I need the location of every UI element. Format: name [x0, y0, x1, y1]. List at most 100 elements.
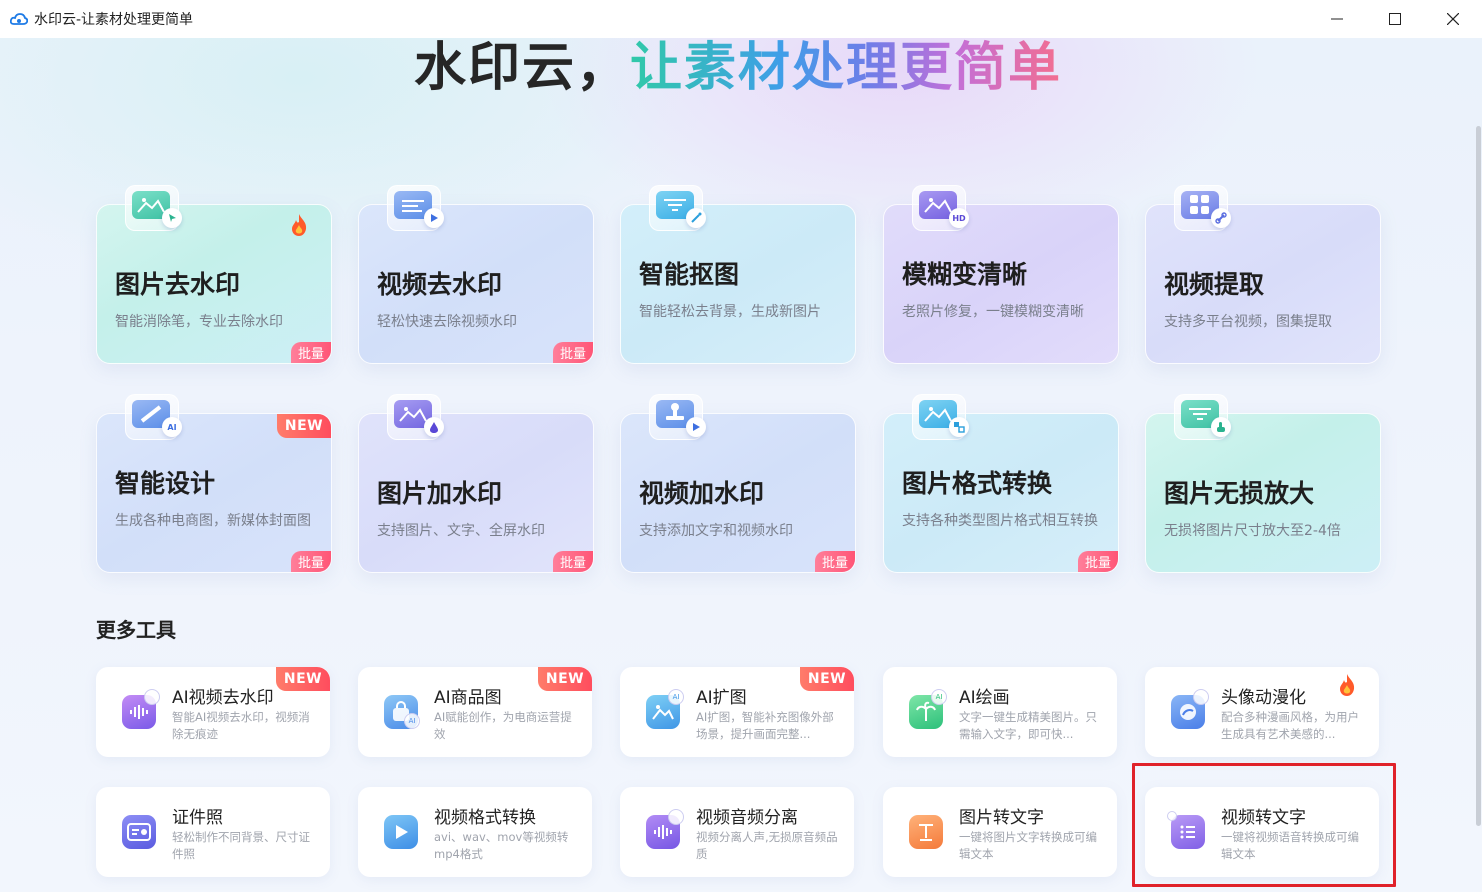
headline-brand: 水印云，	[413, 38, 630, 98]
tool-image-to-text[interactable]: 图片转文字 一键将图片文字转换成可编辑文本	[883, 787, 1117, 877]
image-drop-icon	[387, 394, 444, 440]
tool-ai-product-image[interactable]: AI NEW AI商品图 AI赋能创作，为电商运营提效	[358, 667, 592, 757]
tool-desc: AI赋能创作，为电商运营提效	[434, 710, 572, 741]
new-tag: NEW	[800, 667, 854, 691]
tool-title: AI商品图	[434, 688, 502, 708]
feature-card-add-image-watermark[interactable]: 图片加水印 支持图片、文字、全屏水印 批量	[358, 394, 594, 573]
feature-card-title: 模糊变清晰	[902, 260, 1028, 289]
feature-card-smart-cutout[interactable]: 智能抠图 智能轻松去背景，生成新图片	[620, 185, 856, 364]
tool-title: 视频格式转换	[434, 808, 536, 828]
tool-title: AI扩图	[696, 688, 747, 708]
feature-card-title: 图片去水印	[115, 270, 241, 299]
feature-card-desc: 生成各种电商图，新媒体封面图	[115, 513, 311, 529]
tool-desc: 配合多种漫画风格，为用户生成具有艺术美感的...	[1221, 710, 1359, 741]
tool-title: 头像动漫化	[1221, 688, 1306, 708]
new-tag: NEW	[538, 667, 592, 691]
avatar-anime-icon	[1171, 689, 1209, 729]
tool-desc: 轻松制作不同背景、尺寸证件照	[172, 830, 310, 861]
tool-avatar-anime[interactable]: 头像动漫化 配合多种漫画风格，为用户生成具有艺术美感的...	[1145, 667, 1379, 757]
tool-desc: AI扩图，智能补充图像外部场景，提升画面完整...	[696, 710, 834, 741]
minimize-button[interactable]	[1308, 0, 1366, 38]
feature-card-title: 图片格式转换	[902, 469, 1053, 498]
tool-desc: 视频分离人声,无损原音频品质	[696, 830, 838, 861]
hd-image-icon: HD	[912, 185, 969, 231]
tool-desc: 智能AI视频去水印，视频消除无痕迹	[172, 710, 310, 741]
feature-card-title: 图片无损放大	[1164, 479, 1315, 508]
feature-card-title: 视频提取	[1164, 270, 1265, 299]
video-convert-icon	[384, 815, 418, 849]
feature-card-desc: 智能轻松去背景，生成新图片	[639, 304, 821, 320]
feature-card-video-extract[interactable]: 视频提取 支持多平台视频，图集提取	[1145, 185, 1381, 364]
page-headline: 水印云，让素材处理更简单	[0, 38, 1476, 98]
touch-zoom-icon	[1174, 394, 1231, 440]
close-button[interactable]	[1424, 0, 1482, 38]
more-tools-heading: 更多工具	[96, 618, 176, 642]
tool-title: 证件照	[172, 808, 223, 828]
video-play-icon	[387, 185, 444, 231]
batch-tag: 批量	[553, 551, 593, 572]
feature-card-remove-video-watermark[interactable]: 视频去水印 轻松快速去除视频水印 批量	[358, 185, 594, 364]
title-bar: 水印云-让素材处理更简单	[0, 0, 1482, 38]
feature-card-title: 智能抠图	[639, 260, 740, 289]
feature-card-deblur[interactable]: HD 模糊变清晰 老照片修复，一键模糊变清晰	[883, 185, 1119, 364]
audio-separate-icon	[646, 809, 684, 849]
batch-tag: 批量	[291, 551, 331, 572]
batch-tag: 批量	[815, 551, 855, 572]
new-tag: NEW	[277, 414, 331, 438]
feature-card-remove-image-watermark[interactable]: 图片去水印 智能消除笔，专业去除水印 批量	[96, 185, 332, 364]
headline-slogan: 让素材处理更简单	[630, 38, 1063, 98]
feature-card-title: 视频去水印	[377, 270, 503, 299]
close-icon	[1447, 13, 1459, 25]
cloud-logo-icon	[10, 13, 28, 25]
tool-title: AI绘画	[959, 688, 1010, 708]
vertical-scrollbar[interactable]	[1474, 38, 1482, 892]
format-convert-icon	[912, 394, 969, 440]
audio-wave-icon	[122, 689, 160, 729]
feature-card-desc: 支持多平台视频，图集提取	[1164, 314, 1332, 330]
tool-title: 视频音频分离	[696, 808, 798, 828]
magic-wand-icon	[649, 185, 706, 231]
tool-video-format-convert[interactable]: 视频格式转换 avi、wav、mov等视频转mp4格式	[358, 787, 592, 877]
shopping-bag-icon: AI	[384, 695, 420, 729]
batch-tag: 批量	[553, 342, 593, 363]
tool-id-photo[interactable]: 证件照 轻松制作不同背景、尺寸证件照	[96, 787, 330, 877]
feature-card-title: 智能设计	[115, 469, 216, 498]
id-card-icon	[122, 815, 156, 849]
feature-card-desc: 支持各种类型图片格式相互转换	[902, 513, 1098, 529]
text-image-icon	[909, 815, 943, 849]
scrollbar-thumb[interactable]	[1476, 126, 1481, 826]
tool-title: 图片转文字	[959, 808, 1044, 828]
feature-card-desc: 轻松快速去除视频水印	[377, 314, 517, 330]
tool-ai-image-expand[interactable]: AI NEW AI扩图 AI扩图，智能补充图像外部场景，提升画面完整...	[620, 667, 854, 757]
tool-desc: 文字一键生成精美图片。只需输入文字，即可快...	[959, 710, 1097, 741]
batch-tag: 批量	[291, 342, 331, 363]
stamp-play-icon	[649, 394, 706, 440]
image-expand-icon: AI	[646, 689, 684, 729]
feature-card-desc: 支持添加文字和视频水印	[639, 523, 793, 539]
feature-card-title: 视频加水印	[639, 479, 765, 508]
new-tag: NEW	[276, 667, 330, 691]
maximize-button[interactable]	[1366, 0, 1424, 38]
feature-card-desc: 支持图片、文字、全屏水印	[377, 523, 545, 539]
tool-video-audio-separate[interactable]: 视频音频分离 视频分离人声,无损原音频品质	[620, 787, 854, 877]
highlight-box-video-to-text	[1132, 763, 1396, 887]
batch-tag: 批量	[1078, 551, 1118, 572]
palm-tree-icon: AI	[909, 689, 947, 729]
tool-ai-painting[interactable]: AI AI绘画 文字一键生成精美图片。只需输入文字，即可快...	[883, 667, 1117, 757]
minimize-icon	[1331, 18, 1343, 20]
tool-desc: 一键将图片文字转换成可编辑文本	[959, 830, 1097, 861]
fire-hot-icon	[1340, 674, 1355, 696]
feature-card-desc: 无损将图片尺寸放大至2-4倍	[1164, 523, 1341, 539]
feature-card-add-video-watermark[interactable]: 视频加水印 支持添加文字和视频水印 批量	[620, 394, 856, 573]
link-grid-icon	[1174, 185, 1231, 231]
maximize-icon	[1389, 13, 1401, 25]
image-cursor-icon	[125, 185, 182, 231]
main-content: 水印云，让素材处理更简单 图片去水印 智能消除笔，专业去除水印 批量 视频去水印…	[0, 38, 1482, 892]
feature-card-desc: 老照片修复，一键模糊变清晰	[902, 304, 1084, 320]
feature-card-smart-design[interactable]: AI NEW 智能设计 生成各种电商图，新媒体封面图 批量	[96, 394, 332, 573]
feature-card-desc: 智能消除笔，专业去除水印	[115, 314, 283, 330]
feature-card-image-format-convert[interactable]: 图片格式转换 支持各种类型图片格式相互转换 批量	[883, 394, 1119, 573]
tool-ai-video-watermark-removal[interactable]: NEW AI视频去水印 智能AI视频去水印，视频消除无痕迹	[96, 667, 330, 757]
feature-card-lossless-upscale[interactable]: 图片无损放大 无损将图片尺寸放大至2-4倍	[1145, 394, 1381, 573]
tool-title: AI视频去水印	[172, 688, 274, 708]
